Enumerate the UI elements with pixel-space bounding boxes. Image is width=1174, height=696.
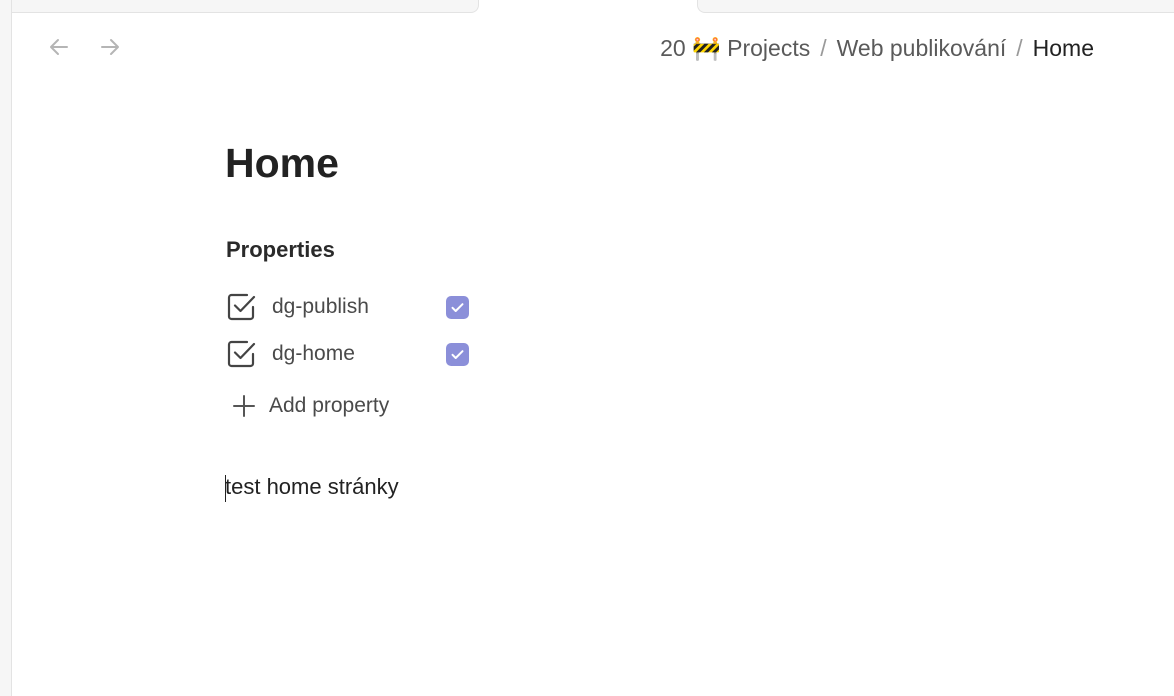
- tab-inactive[interactable]: [12, 0, 479, 13]
- breadcrumb-item-home[interactable]: Home: [1033, 35, 1094, 62]
- tab-bar: [12, 0, 1174, 13]
- arrow-left-icon: [50, 39, 68, 55]
- property-checkbox[interactable]: [446, 296, 469, 319]
- breadcrumb-item-projects[interactable]: 20 🚧 Projects: [660, 35, 810, 62]
- breadcrumb-item-web-publikovani[interactable]: Web publikování: [837, 35, 1007, 62]
- arrow-right-icon: [101, 39, 119, 55]
- property-checkbox[interactable]: [446, 343, 469, 366]
- property-name[interactable]: dg-home: [272, 342, 442, 366]
- navigate-forward-button[interactable]: [97, 34, 123, 60]
- tab-active[interactable]: [479, 0, 697, 13]
- add-property-button[interactable]: Add property: [231, 390, 389, 422]
- breadcrumb-separator: /: [1016, 34, 1023, 61]
- tab-inactive[interactable]: [697, 0, 1174, 13]
- checkmark-icon: [451, 350, 464, 359]
- plus-icon: [233, 395, 255, 417]
- navigate-back-button[interactable]: [46, 34, 72, 60]
- checkmark-icon: [451, 303, 464, 312]
- properties-heading[interactable]: Properties: [226, 237, 335, 263]
- checkbox-type-icon[interactable]: [225, 291, 257, 323]
- breadcrumb-separator: /: [820, 34, 827, 61]
- breadcrumb: 20 🚧 Projects / Web publikování / Home: [660, 33, 1094, 63]
- checkbox-type-icon[interactable]: [225, 338, 257, 370]
- property-name[interactable]: dg-publish: [272, 295, 442, 319]
- add-property-label: Add property: [269, 394, 390, 417]
- left-sidebar-edge: [0, 0, 12, 696]
- property-row-dg-publish: dg-publish: [225, 289, 475, 325]
- page-title[interactable]: Home: [225, 140, 339, 187]
- property-row-dg-home: dg-home: [225, 336, 475, 372]
- text-cursor: [225, 475, 226, 502]
- note-body-text[interactable]: test home stránky: [225, 474, 399, 500]
